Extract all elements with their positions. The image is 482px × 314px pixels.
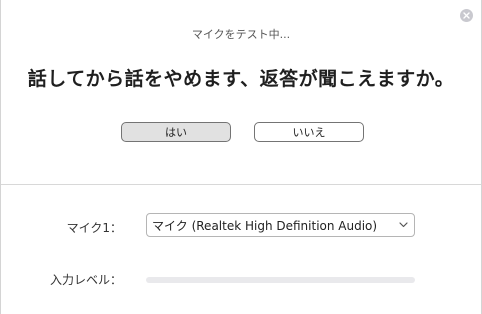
question-heading: 話してから話をやめます、返答が聞こえますか。 [27,68,455,90]
input-level-meter [146,277,415,283]
mic-test-dialog: マイクをテスト中... 話してから話をやめます、返答が聞こえますか。 はい いい… [0,0,482,314]
input-level-label: 入力レベル： [49,273,122,287]
yes-button[interactable]: はい [121,122,231,142]
mic-select[interactable]: マイク (Realtek High Definition Audio) [146,213,415,237]
no-button[interactable]: いいえ [254,122,364,142]
close-icon [463,12,470,19]
section-divider [1,184,481,185]
testing-status-text: マイクをテスト中... [191,28,291,41]
close-button[interactable] [460,9,473,22]
chevron-down-icon [392,222,414,228]
mic-select-value: マイク (Realtek High Definition Audio) [152,218,378,233]
mic-label: マイク1： [66,221,122,235]
